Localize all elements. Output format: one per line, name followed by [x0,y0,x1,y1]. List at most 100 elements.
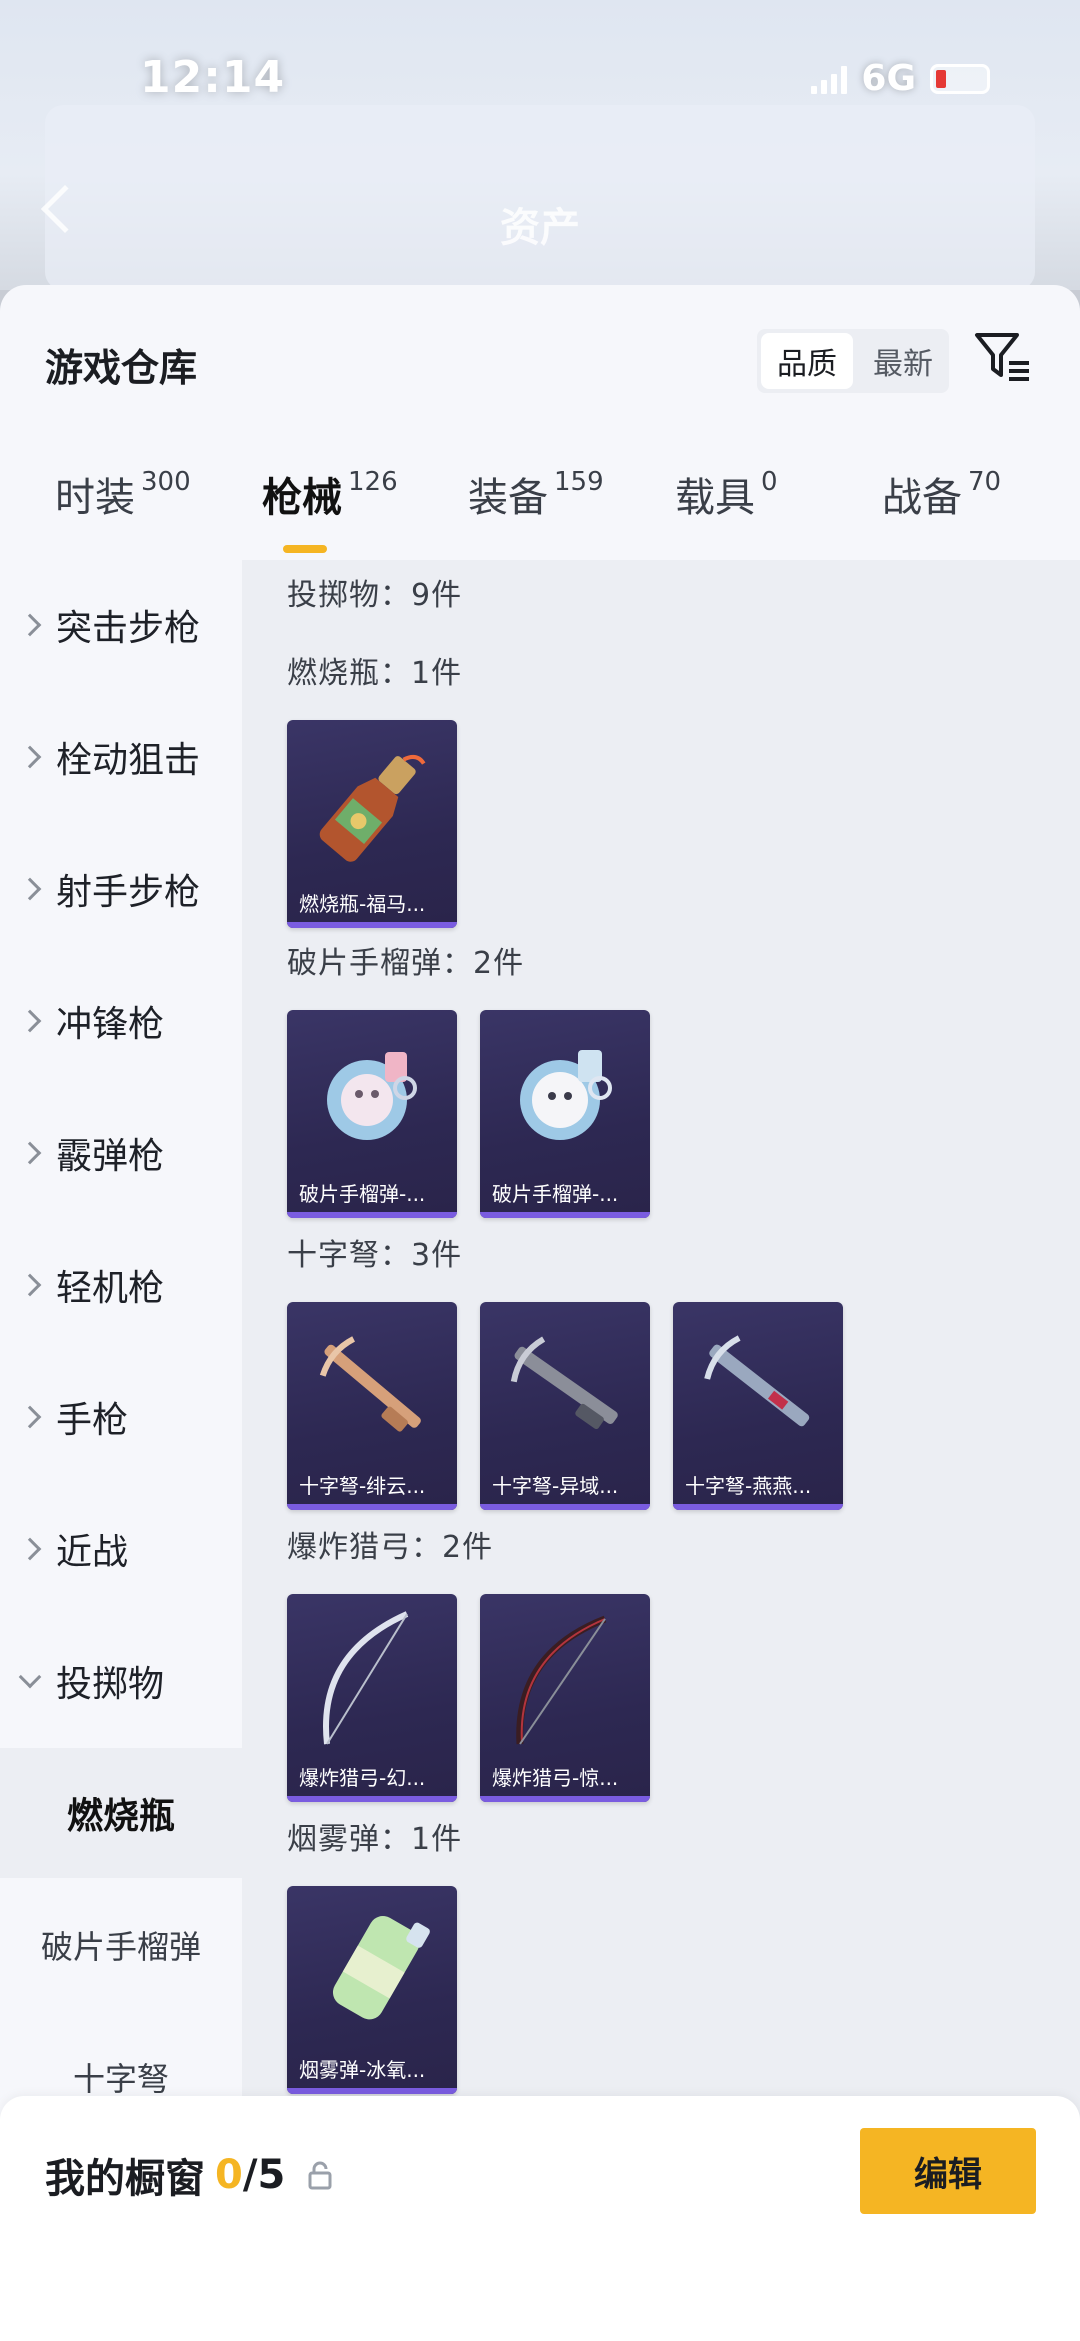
bow-icon [516,1615,607,1745]
edit-button[interactable]: 编辑 [860,2128,1036,2214]
item-card[interactable]: 爆炸猎弓-惊... [480,1594,650,1802]
tab-fashion[interactable]: 时装 300 [55,465,191,523]
sidebar-item-label: 轻机枪 [56,1268,165,1309]
lock-icon [308,2161,332,2190]
tab-vehicles[interactable]: 载具 0 [675,465,778,523]
item-name: 十字弩-异域... [492,1474,619,1498]
sidebar-item-melee[interactable]: 近战 [0,1484,242,1614]
crossbow-icon [510,1336,618,1429]
sidebar-item-label: 突击步枪 [56,608,201,649]
tab-tactical[interactable]: 战备 70 [882,465,1001,523]
chevron-right-icon [18,877,42,901]
group-label: 爆炸猎弓：2件 [287,1530,494,1565]
tab-equipment[interactable]: 装备 159 [468,465,604,523]
tab-count: 300 [141,467,191,497]
showcase-max-count: /5 [242,2152,286,2198]
sidebar-sub-molotov[interactable]: 燃烧瓶 [0,1748,242,1878]
group-label: 十字弩：3件 [287,1238,463,1273]
status-time: 12:14 [140,52,286,103]
battery-icon [930,63,990,94]
sidebar-item-smg[interactable]: 冲锋枪 [0,956,242,1086]
sort-newest-button[interactable]: 最新 [857,329,949,393]
sidebar-item-label: 近战 [56,1532,129,1573]
sidebar-item-pistol[interactable]: 手枪 [0,1352,242,1482]
rarity-bar [287,1796,457,1802]
item-name: 破片手榴弹-... [492,1182,619,1206]
sidebar-item-lmg[interactable]: 轻机枪 [0,1220,242,1350]
sort-toggle: 品质 最新 [757,329,949,393]
group-label: 破片手榴弹：2件 [287,946,525,981]
sidebar-item-bolt-sniper[interactable]: 栓动狙击 [0,692,242,822]
sidebar-item-assault-rifle[interactable]: 突击步枪 [0,560,242,690]
sidebar-item-label: 射手步枪 [56,872,201,913]
tab-count: 0 [761,467,778,497]
filter-icon[interactable] [973,327,1033,387]
network-label: 6G [861,58,916,99]
chevron-right-icon [18,1405,42,1429]
item-card[interactable]: 破片手榴弹-... [480,1010,650,1218]
grenade-icon [327,1052,417,1140]
sidebar-item-label: 栓动狙击 [56,740,201,781]
chevron-right-icon [18,1141,42,1165]
sidebar-item-label: 冲锋枪 [56,1004,165,1045]
item-card[interactable]: 十字弩-燕燕... [673,1302,843,1510]
crossbow-icon [319,1336,421,1432]
item-card[interactable]: 烟雾弹-冰氧... [287,1886,457,2094]
grenade-icon [520,1050,612,1140]
active-tab-indicator [283,545,327,553]
tab-label: 战备 [882,475,962,521]
warehouse-sheet: 游戏仓库 品质 最新 时装 300 枪械 126 装备 159 载具 0 战备 … [0,285,1080,2341]
status-indicators: 6G [811,58,990,99]
item-card[interactable]: 十字弩-绯云... [287,1302,457,1510]
item-name: 烟雾弹-冰氧... [299,2058,426,2082]
showcase-current-count: 0 [215,2152,243,2198]
category-tabs: 时装 300 枪械 126 装备 159 载具 0 战备 70 [0,465,1080,565]
item-card[interactable]: 爆炸猎弓-幻... [287,1594,457,1802]
chevron-right-icon [18,1537,42,1561]
item-name: 爆炸猎弓-幻... [299,1766,426,1790]
rarity-bar [287,922,457,928]
group-label: 烟雾弹：1件 [287,1822,463,1857]
tab-label: 时装 [55,475,135,521]
sidebar-item-label: 投掷物 [56,1664,165,1705]
tab-count: 70 [968,467,1002,497]
item-card[interactable]: 燃烧瓶-福马... [287,720,457,928]
item-card[interactable]: 十字弩-异域... [480,1302,650,1510]
item-name: 破片手榴弹-... [299,1182,426,1206]
item-card[interactable]: 破片手榴弹-... [287,1010,457,1218]
signal-icon [811,64,848,94]
sidebar-item-throwables[interactable]: 投掷物 [0,1616,242,1746]
sheet-title: 游戏仓库 [45,346,198,390]
showcase-bar: 我的橱窗 0 /5 编辑 [0,2096,1080,2341]
sidebar-sub-frag-grenade[interactable]: 破片手榴弹 [0,1880,242,2010]
sidebar-item-shotgun[interactable]: 霰弹枪 [0,1088,242,1218]
tab-label: 载具 [675,475,755,521]
showcase-label: 我的橱窗 [45,2156,205,2202]
molotov-icon [319,754,426,862]
page-title: 资产 [500,205,580,251]
rarity-bar [480,1212,650,1218]
tab-label: 枪械 [262,475,342,521]
rarity-bar [287,1212,457,1218]
chevron-right-icon [18,745,42,769]
sidebar-item-label: 霰弹枪 [56,1136,165,1177]
rarity-bar [480,1796,650,1802]
item-grid: 投掷物：9件 燃烧瓶：1件 燃烧瓶-福马... 破片手榴弹：2件 破片手榴弹-.… [242,560,1080,2341]
smoke-grenade-icon [332,1915,430,2020]
tab-count: 126 [348,467,398,497]
item-name: 燃烧瓶-福马... [299,892,426,916]
group-label: 燃烧瓶：1件 [287,656,463,691]
header-backdrop: 12:14 6G 资产 [0,0,1080,290]
rarity-bar [287,1504,457,1510]
crossbow-icon [704,1335,810,1427]
sort-quality-button[interactable]: 品质 [761,333,853,389]
bow-icon [323,1611,409,1745]
sidebar-item-label: 手枪 [56,1400,129,1441]
tab-firearms[interactable]: 枪械 126 [262,465,398,523]
showcase-title: 我的橱窗 0 /5 [45,2146,333,2204]
category-sidebar: 突击步枪 栓动狙击 射手步枪 冲锋枪 霰弹枪 轻机枪 手枪 近战 投掷物 燃烧瓶… [0,560,242,2341]
rarity-bar [673,1504,843,1510]
sidebar-item-marksman-rifle[interactable]: 射手步枪 [0,824,242,954]
item-name: 十字弩-绯云... [299,1474,426,1498]
chevron-down-icon [18,1665,42,1689]
